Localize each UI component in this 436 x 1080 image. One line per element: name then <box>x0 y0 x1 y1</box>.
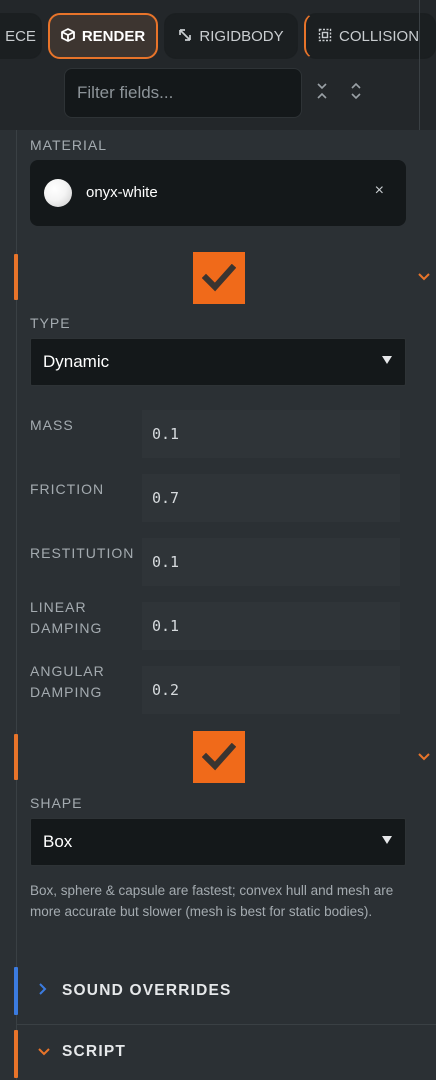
tab-collision[interactable]: COLLISION <box>304 13 436 59</box>
checkmark-icon <box>202 264 236 292</box>
tab-render[interactable]: RENDER <box>48 13 158 59</box>
tab-rigidbody[interactable]: RIGIDBODY <box>164 13 298 59</box>
shape-help-text: Box, sphere & capsule are fastest; conve… <box>30 883 394 919</box>
filter-fields-input[interactable]: Filter fields... <box>64 68 302 118</box>
material-label: MATERIAL <box>30 137 107 153</box>
angular-damping-label-line1: ANGULAR <box>30 663 105 679</box>
collision-section-marker <box>14 734 18 780</box>
collision-icon <box>318 28 332 45</box>
dropdown-caret-icon <box>381 353 393 368</box>
collapse-all-icon[interactable] <box>312 82 332 104</box>
type-label: TYPE <box>30 315 71 331</box>
script-title: SCRIPT <box>62 1043 127 1060</box>
angular-damping-label: ANGULAR DAMPING <box>30 661 105 703</box>
inspector-tabs: ECE RENDER RIGIDBODY COLLISION <box>0 0 436 68</box>
linear-damping-label-line2: DAMPING <box>30 620 103 636</box>
linear-damping-label-line1: LINEAR <box>30 599 87 615</box>
material-picker[interactable]: onyx-white × <box>30 160 406 226</box>
restitution-label: RESTITUTION <box>30 545 135 561</box>
collision-shape-select[interactable]: Box <box>30 818 406 866</box>
tab-render-label: RENDER <box>81 27 146 45</box>
expand-all-icon[interactable] <box>346 82 366 104</box>
mass-input[interactable]: 0.1 <box>142 410 400 458</box>
cube-icon <box>60 27 75 45</box>
chevron-down-icon[interactable] <box>418 748 430 764</box>
collision-enabled-checkbox[interactable] <box>193 731 245 783</box>
script-section[interactable]: SCRIPT <box>38 1043 126 1061</box>
shape-label: SHAPE <box>30 795 83 811</box>
restitution-input[interactable]: 0.1 <box>142 538 400 586</box>
rigidbody-section-marker <box>14 254 18 300</box>
angular-damping-input[interactable]: 0.2 <box>142 666 400 714</box>
tab-rigidbody-label: RIGIDBODY <box>199 27 284 45</box>
chevron-right-icon <box>38 982 62 1000</box>
checkmark-icon <box>202 743 236 771</box>
angular-damping-label-line2: DAMPING <box>30 684 103 700</box>
material-name: onyx-white <box>86 184 158 201</box>
sound-overrides-section[interactable]: SOUND OVERRIDES <box>38 982 232 1000</box>
rigidbody-type-select[interactable]: Dynamic <box>30 338 406 386</box>
script-section-marker <box>14 1030 18 1078</box>
mass-label: MASS <box>30 417 74 433</box>
sound-section-marker <box>14 967 18 1015</box>
filter-bar: Filter fields... <box>0 60 436 130</box>
sound-overrides-title: SOUND OVERRIDES <box>62 982 232 999</box>
section-divider <box>16 1024 436 1025</box>
dropdown-caret-icon <box>381 833 393 848</box>
tab-appearance[interactable]: ECE <box>0 13 42 59</box>
friction-label: FRICTION <box>30 481 105 497</box>
clear-material-icon[interactable]: × <box>375 182 384 200</box>
chevron-down-icon <box>38 1043 62 1061</box>
tab-collision-label: COLLISION <box>339 27 420 45</box>
friction-input[interactable]: 0.7 <box>142 474 400 522</box>
chevron-down-icon[interactable] <box>418 268 430 284</box>
material-preview-icon <box>44 179 72 207</box>
tab-appearance-label: ECE <box>5 27 36 45</box>
rigidbody-type-value: Dynamic <box>43 352 110 371</box>
rigidbody-enabled-checkbox[interactable] <box>193 252 245 304</box>
linear-damping-input[interactable]: 0.1 <box>142 602 400 650</box>
collision-shape-value: Box <box>43 832 73 851</box>
scroll-divider <box>419 0 420 130</box>
resize-icon <box>178 28 192 45</box>
filter-placeholder: Filter fields... <box>77 83 174 102</box>
linear-damping-label: LINEAR DAMPING <box>30 597 102 639</box>
